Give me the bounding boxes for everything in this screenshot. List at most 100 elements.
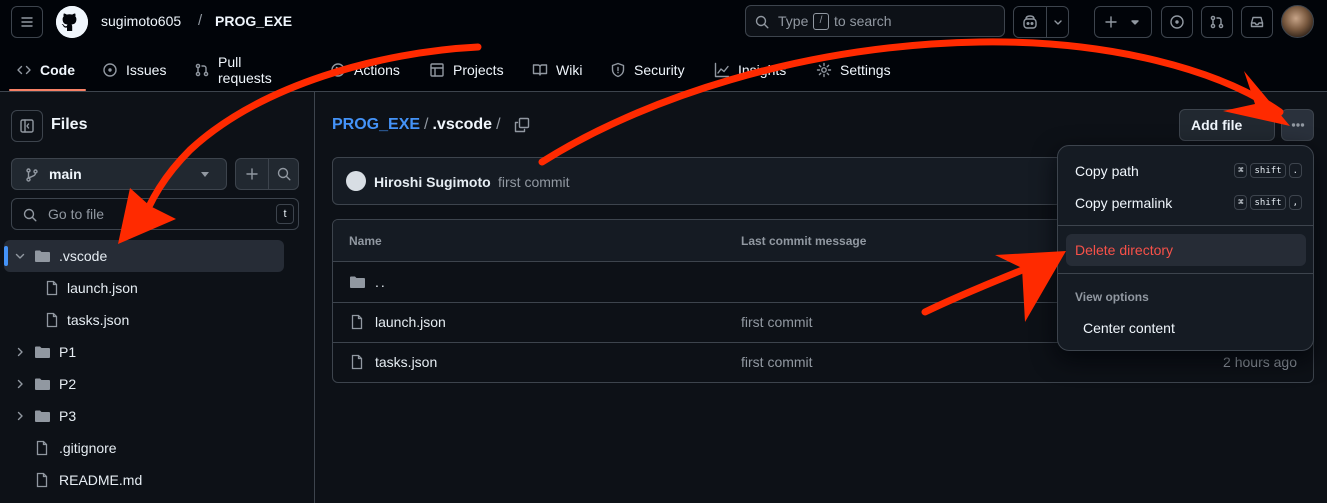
branch-selector[interactable]: main [11, 158, 227, 190]
folder-icon [34, 376, 51, 392]
tab-label: Projects [453, 62, 504, 78]
selected-indicator [4, 246, 8, 266]
graph-icon [714, 62, 730, 78]
commit-message[interactable]: first commit [741, 314, 813, 330]
issue-opened-icon [102, 62, 118, 78]
tree-item-launch-json[interactable]: launch.json [4, 272, 284, 304]
copilot-icon [1022, 14, 1038, 30]
add-file-button[interactable]: Add file [1179, 109, 1275, 141]
file-name[interactable]: .. [375, 274, 387, 290]
code-icon [16, 62, 32, 78]
create-new-button[interactable] [1094, 6, 1152, 38]
table-icon [429, 62, 445, 78]
chevron-right-icon[interactable] [14, 346, 26, 358]
global-search-input[interactable]: Type / to search [745, 5, 1005, 37]
breadcrumb-current: .vscode [432, 116, 493, 133]
column-header-name: Name [349, 234, 382, 248]
user-avatar[interactable] [1281, 5, 1314, 38]
git-pull-request-icon [1209, 14, 1225, 30]
commit-author-avatar[interactable] [346, 171, 366, 191]
comma-key: , [1288, 195, 1302, 210]
commit-message[interactable]: first commit [741, 354, 813, 370]
tab-label: Settings [840, 62, 891, 78]
tree-item-label: tasks.json [67, 312, 130, 328]
go-to-file-placeholder: Go to file [48, 206, 105, 222]
plus-icon [1103, 14, 1119, 30]
tree-item-gitignore[interactable]: .gitignore [4, 432, 284, 464]
tree-item-label: launch.json [67, 280, 138, 296]
your-issues-button[interactable] [1161, 6, 1193, 38]
command-key: ⌘ [1234, 195, 1248, 210]
copy-path-button[interactable] [510, 113, 534, 137]
tree-item-p2[interactable]: P2 [4, 368, 284, 400]
shortcut-keys: ⌘ shift . [1234, 163, 1302, 178]
menu-item-copy-path[interactable]: Copy path ⌘ shift . [1066, 155, 1306, 187]
breadcrumb-root-link[interactable]: PROG_EXE [332, 116, 420, 133]
commit-date: 2 hours ago [1223, 354, 1297, 370]
menu-item-center-content[interactable]: Center content [1066, 312, 1306, 344]
search-icon [22, 207, 38, 223]
branch-name: main [49, 166, 82, 182]
menu-item-delete-directory[interactable]: Delete directory [1066, 234, 1306, 266]
tab-label: Issues [126, 62, 167, 78]
go-to-file-input[interactable]: Go to file t [11, 198, 299, 230]
chevron-down-icon[interactable] [14, 250, 26, 262]
chevron-right-icon[interactable] [14, 378, 26, 390]
file-name[interactable]: launch.json [375, 314, 446, 330]
your-pull-requests-button[interactable] [1201, 6, 1233, 38]
menu-divider [1058, 225, 1313, 226]
tree-item-tasks-json[interactable]: tasks.json [4, 304, 284, 336]
repo-name-link[interactable]: PROG_EXE [215, 13, 292, 29]
go-to-file-shortcut: t [276, 204, 294, 224]
tab-projects[interactable]: Projects [429, 48, 504, 92]
add-file-plus-icon[interactable] [244, 166, 260, 182]
file-icon [44, 312, 60, 328]
search-icon[interactable] [276, 166, 292, 182]
add-file-label: Add file [1191, 117, 1243, 133]
copy-icon [514, 117, 530, 133]
tab-security[interactable]: Security [610, 48, 685, 92]
tree-item-p1[interactable]: P1 [4, 336, 284, 368]
commit-message[interactable]: first commit [498, 174, 570, 190]
open-menu-button[interactable] [11, 6, 43, 38]
tab-code[interactable]: Code [16, 48, 75, 92]
collapse-file-tree-button[interactable] [11, 110, 43, 142]
tab-pull-requests[interactable]: Pull requests [194, 48, 272, 92]
shield-icon [610, 62, 626, 78]
tab-insights[interactable]: Insights [714, 48, 786, 92]
active-tab-indicator [9, 89, 86, 91]
folder-open-icon [34, 248, 51, 264]
tab-issues[interactable]: Issues [102, 48, 166, 92]
chevron-right-icon[interactable] [14, 410, 26, 422]
global-header: sugimoto605 / PROG_EXE Type / to search [0, 0, 1327, 92]
copilot-button-group[interactable] [1013, 6, 1069, 38]
tab-settings[interactable]: Settings [816, 48, 891, 92]
file-icon [34, 440, 50, 456]
github-logo-icon[interactable] [56, 6, 88, 38]
folder-icon [34, 408, 51, 424]
tree-item-vscode[interactable]: .vscode [4, 240, 284, 272]
git-pull-request-icon [194, 62, 210, 78]
file-name[interactable]: tasks.json [375, 354, 437, 370]
command-key: ⌘ [1234, 163, 1248, 178]
commit-author[interactable]: Hiroshi Sugimoto [374, 174, 491, 190]
chevron-down-icon [1052, 14, 1064, 30]
repo-owner-link[interactable]: sugimoto605 [101, 13, 181, 29]
file-tree-sidebar: Files main Go to file t .vscode launch.j… [0, 92, 315, 503]
tree-item-readme[interactable]: README.md [4, 464, 284, 496]
triangle-down-icon [1129, 14, 1141, 30]
more-options-button[interactable] [1281, 109, 1314, 141]
tab-wiki[interactable]: Wiki [532, 48, 582, 92]
triangle-down-icon [201, 172, 209, 177]
tab-actions[interactable]: Actions [330, 48, 400, 92]
menu-item-copy-permalink[interactable]: Copy permalink ⌘ shift , [1066, 187, 1306, 219]
latest-commit-bar: Hiroshi Sugimoto first commit [332, 157, 1062, 205]
tree-item-p3[interactable]: P3 [4, 400, 284, 432]
menu-divider [1058, 273, 1313, 274]
tab-label: Code [40, 62, 75, 78]
notifications-button[interactable] [1241, 6, 1273, 38]
tree-item-label: P2 [59, 376, 77, 392]
breadcrumb-separator: / [424, 116, 429, 133]
menu-group-heading: View options [1075, 290, 1149, 304]
file-icon [44, 280, 60, 296]
